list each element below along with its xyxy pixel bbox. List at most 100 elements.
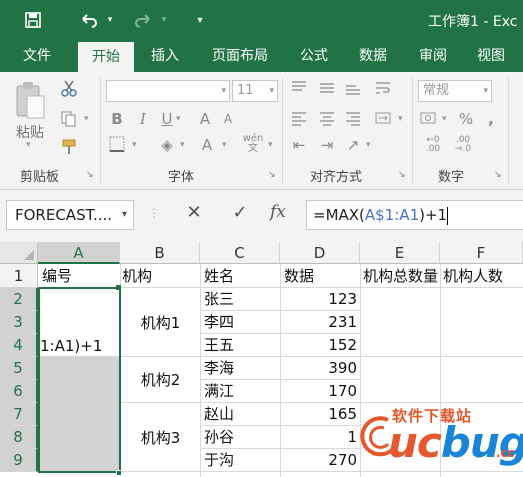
row-header-3[interactable]: 3 — [0, 311, 38, 334]
cell-c4[interactable]: 王五 — [204, 334, 278, 356]
cell-c6[interactable]: 满江 — [204, 380, 278, 402]
cell-d7[interactable]: 165 — [281, 403, 360, 425]
italic-button[interactable]: I — [134, 110, 152, 128]
cell-d4[interactable]: 152 — [281, 334, 360, 356]
copy-icon[interactable] — [58, 110, 80, 132]
cell-d6[interactable]: 170 — [281, 380, 360, 402]
font-name-combo[interactable]: ▾ — [106, 80, 230, 102]
cell-d9[interactable]: 270 — [281, 449, 360, 471]
formula-input[interactable]: =MAX(A$1:A1)+1 — [306, 200, 523, 230]
tab-home[interactable]: 开始 — [78, 42, 134, 72]
cell-c8[interactable]: 孙谷 — [204, 426, 278, 448]
row-header-4[interactable]: 4 — [0, 334, 38, 357]
align-bottom-icon[interactable] — [342, 80, 364, 100]
alignment-launcher-icon[interactable]: ↘ — [398, 170, 406, 180]
cell-c7[interactable]: 赵山 — [204, 403, 278, 425]
cell-d5[interactable]: 390 — [281, 357, 360, 379]
increase-indent-icon[interactable]: ⇥ — [316, 136, 338, 154]
comma-style-icon[interactable]: , — [484, 110, 498, 128]
font-shrink-button[interactable]: A — [220, 112, 236, 126]
cell-c9[interactable]: 于沟 — [204, 449, 278, 471]
align-center-icon[interactable] — [316, 110, 338, 130]
tab-file[interactable]: 文件 — [12, 40, 62, 72]
orientation-dropdown-icon[interactable]: ▾ — [366, 140, 371, 150]
cell-b5-merged[interactable]: 机构2 — [121, 357, 200, 402]
undo-dropdown-icon[interactable]: ▾ — [104, 8, 116, 32]
tab-review[interactable]: 审阅 — [408, 40, 458, 72]
cell-c5[interactable]: 李海 — [204, 357, 278, 379]
align-right-icon[interactable] — [342, 110, 364, 130]
font-size-combo[interactable]: 11 ▾ — [232, 80, 278, 102]
borders-dropdown-icon[interactable]: ▾ — [132, 140, 137, 150]
fill-color-dropdown-icon[interactable]: ▾ — [180, 140, 185, 150]
decrease-decimal-icon[interactable]: .00 →.0 — [450, 136, 476, 154]
accounting-dropdown-icon[interactable]: ▾ — [442, 114, 447, 124]
column-header-a[interactable]: A — [38, 242, 120, 264]
format-painter-icon[interactable] — [58, 138, 80, 160]
row-header-6[interactable]: 6 — [0, 380, 38, 403]
row-header-7[interactable]: 7 — [0, 403, 38, 426]
paste-icon[interactable] — [12, 80, 48, 124]
number-format-combo[interactable]: 常规 ▾ — [418, 80, 492, 102]
align-middle-icon[interactable] — [316, 80, 338, 100]
percent-style-icon[interactable]: % — [456, 110, 476, 128]
tab-view[interactable]: 视图 — [466, 40, 516, 72]
tab-page-layout[interactable]: 页面布局 — [200, 40, 280, 72]
row-header-2[interactable]: 2 — [0, 288, 38, 311]
cell-c1[interactable]: 姓名 — [204, 265, 278, 287]
wrap-text-icon[interactable] — [372, 80, 394, 100]
merge-center-icon[interactable] — [372, 110, 394, 130]
paste-label[interactable]: 粘贴 — [16, 122, 44, 142]
column-header-b[interactable]: B — [120, 242, 200, 264]
undo-icon[interactable] — [76, 8, 102, 32]
cancel-icon[interactable]: ✕ — [182, 202, 206, 223]
clipboard-launcher-icon[interactable]: ↘ — [86, 170, 94, 180]
save-icon[interactable] — [22, 8, 44, 32]
cell-a1[interactable]: 编号 — [42, 265, 118, 287]
phonetic-guide-icon[interactable]: wén 文 — [242, 134, 264, 154]
redo-icon[interactable] — [130, 8, 156, 32]
align-left-icon[interactable] — [288, 110, 310, 130]
fill-color-icon[interactable]: ◈ — [156, 136, 178, 154]
tab-insert[interactable]: 插入 — [140, 40, 190, 72]
accounting-format-icon[interactable] — [418, 110, 440, 130]
increase-decimal-icon[interactable]: ←0.00 — [420, 136, 446, 154]
copy-dropdown-icon[interactable]: ▾ — [84, 114, 89, 124]
underline-dropdown-icon[interactable]: ▾ — [176, 114, 181, 124]
row-header-8[interactable]: 8 — [0, 426, 38, 449]
cell-d2[interactable]: 123 — [281, 288, 360, 310]
cell-f1[interactable]: 机构人数 — [443, 265, 523, 287]
row-header-1[interactable]: 1 — [0, 264, 38, 288]
column-header-d[interactable]: D — [280, 242, 360, 264]
name-box[interactable]: FORECAST.... ▾ — [6, 200, 134, 230]
customize-quick-access-icon[interactable]: ▾ — [192, 8, 208, 32]
cell-b7-merged[interactable]: 机构3 — [121, 403, 200, 471]
column-header-c[interactable]: C — [200, 242, 280, 264]
cell-d3[interactable]: 231 — [281, 311, 360, 333]
font-grow-button[interactable]: A — [196, 110, 214, 128]
insert-function-icon[interactable]: fx — [270, 202, 286, 222]
bold-button[interactable]: B — [108, 110, 126, 128]
font-launcher-icon[interactable]: ↘ — [268, 170, 276, 180]
borders-icon[interactable] — [106, 136, 128, 156]
cell-c3[interactable]: 李四 — [204, 311, 278, 333]
font-color-dropdown-icon[interactable]: ▾ — [222, 140, 227, 150]
column-header-f[interactable]: F — [440, 242, 523, 264]
cell-d8[interactable]: 1 — [281, 426, 360, 448]
row-header-5[interactable]: 5 — [0, 357, 38, 380]
tab-data[interactable]: 数据 — [348, 40, 398, 72]
enter-icon[interactable]: ✓ — [228, 202, 252, 223]
orientation-icon[interactable]: ↗ — [342, 136, 364, 154]
align-top-icon[interactable] — [288, 80, 310, 100]
phonetic-dropdown-icon[interactable]: ▾ — [268, 140, 273, 150]
merge-dropdown-icon[interactable]: ▾ — [398, 114, 403, 124]
column-header-e[interactable]: E — [360, 242, 440, 264]
cut-icon[interactable] — [58, 80, 80, 102]
paste-dropdown-icon[interactable]: ▾ — [26, 140, 31, 150]
select-all-button[interactable] — [0, 242, 38, 264]
cell-e1[interactable]: 机构总数量 — [363, 265, 439, 287]
font-color-icon[interactable]: A — [196, 136, 218, 154]
underline-button[interactable]: U — [158, 110, 176, 128]
row-header-9[interactable]: 9 — [0, 449, 38, 472]
cell-b2-merged[interactable]: 机构1 — [121, 288, 200, 356]
